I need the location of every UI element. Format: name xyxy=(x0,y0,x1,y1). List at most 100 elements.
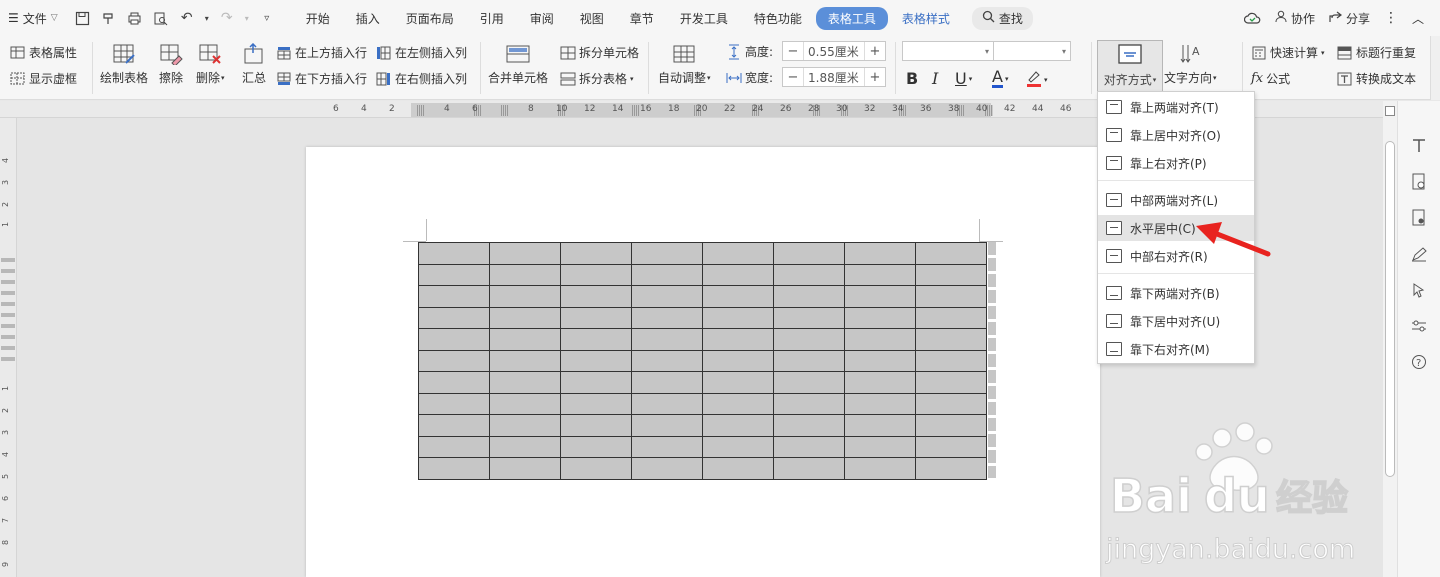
table-cell[interactable] xyxy=(489,328,561,351)
redo-icon[interactable]: ↷ xyxy=(216,7,238,29)
text-direction-button[interactable]: A 文字方向 ▾ xyxy=(1164,42,1217,86)
table-cell[interactable] xyxy=(418,306,490,329)
chevron-down-icon[interactable]: ▾ xyxy=(202,7,212,29)
align-option[interactable]: 靠下右对齐(M) xyxy=(1098,336,1254,362)
table-cell[interactable] xyxy=(915,392,987,415)
table-cell[interactable] xyxy=(844,328,916,351)
table-cell[interactable] xyxy=(418,371,490,394)
table-cell[interactable] xyxy=(773,392,845,415)
help-icon[interactable]: ? xyxy=(1408,351,1430,373)
ruler-column-marker[interactable] xyxy=(632,105,640,116)
quick-calc-button[interactable]: 快速计算 ▾ xyxy=(1251,44,1325,61)
increase-width-button[interactable]: + xyxy=(865,68,885,86)
erase-button[interactable]: 擦除 xyxy=(158,42,184,86)
table-cell[interactable] xyxy=(418,414,490,437)
search-button[interactable]: 查找 xyxy=(971,6,1033,30)
ruler-column-marker[interactable] xyxy=(417,105,425,116)
table-cell[interactable] xyxy=(418,263,490,286)
table-cell[interactable] xyxy=(702,371,774,394)
align-button[interactable]: 对齐方式 ▾ xyxy=(1097,40,1163,92)
text-style-icon[interactable] xyxy=(1408,135,1430,157)
table-cell[interactable] xyxy=(418,457,490,480)
merge-cells-button[interactable]: 合并单元格 xyxy=(488,42,548,86)
table-cell[interactable] xyxy=(844,371,916,394)
tab-chapter[interactable]: 章节 xyxy=(618,6,666,31)
table-cell[interactable] xyxy=(844,414,916,437)
table-cell[interactable] xyxy=(631,371,703,394)
table-cell[interactable] xyxy=(560,328,632,351)
print-preview-icon[interactable] xyxy=(150,7,172,29)
show-gridlines-button[interactable]: 显示虚框 xyxy=(10,70,77,87)
align-option[interactable]: 靠上右对齐(P) xyxy=(1098,150,1254,176)
table-cell[interactable] xyxy=(418,435,490,458)
table-cell[interactable] xyxy=(418,328,490,351)
share-button[interactable]: 分享 xyxy=(1329,10,1370,27)
table-cell[interactable] xyxy=(489,242,561,265)
table-cell[interactable] xyxy=(702,328,774,351)
increase-height-button[interactable]: + xyxy=(865,42,885,60)
print-icon[interactable] xyxy=(124,7,146,29)
undo-icon[interactable]: ↶ xyxy=(176,7,198,29)
table-cell[interactable] xyxy=(560,414,632,437)
chevron-down-icon[interactable]: ▾ xyxy=(242,7,252,29)
align-option[interactable]: 靠下两端对齐(B) xyxy=(1098,280,1254,306)
table-cell[interactable] xyxy=(560,285,632,308)
width-stepper[interactable]: − 1.88厘米 + xyxy=(782,67,886,87)
table-cell[interactable] xyxy=(773,414,845,437)
table-cell[interactable] xyxy=(773,435,845,458)
table-cell[interactable] xyxy=(418,285,490,308)
auto-fit-button[interactable]: 自动调整 ▾ xyxy=(658,42,711,86)
insert-row-below-button[interactable]: 在下方插入行 xyxy=(276,70,367,87)
sliders-icon[interactable] xyxy=(1408,315,1430,337)
table-cell[interactable] xyxy=(915,328,987,351)
table-cell[interactable] xyxy=(844,457,916,480)
table-cell[interactable] xyxy=(844,349,916,372)
convert-to-text-button[interactable]: 转换成文本 xyxy=(1337,70,1416,87)
insert-row-above-button[interactable]: 在上方插入行 xyxy=(276,44,367,61)
table-cell[interactable] xyxy=(560,392,632,415)
table-cell[interactable] xyxy=(844,306,916,329)
cursor-select-icon[interactable] xyxy=(1408,279,1430,301)
table-cell[interactable] xyxy=(489,414,561,437)
table-cell[interactable] xyxy=(631,242,703,265)
ruler-row-marker[interactable] xyxy=(1,324,15,328)
tab-insert[interactable]: 插入 xyxy=(344,6,392,31)
font-size-select[interactable]: ▾ xyxy=(993,41,1071,61)
height-stepper[interactable]: − 0.55厘米 + xyxy=(782,41,886,61)
formula-button[interactable]: fx 公式 xyxy=(1251,70,1290,87)
ruler-row-marker[interactable] xyxy=(1,335,15,339)
align-option[interactable]: 中部两端对齐(L) xyxy=(1098,187,1254,213)
format-painter-icon[interactable] xyxy=(98,7,120,29)
insert-column-left-button[interactable]: 在左侧插入列 xyxy=(376,44,467,61)
split-cells-button[interactable]: 拆分单元格 xyxy=(560,44,639,61)
ruler-row-marker[interactable] xyxy=(1,346,15,350)
align-option[interactable]: 靠上居中对齐(O) xyxy=(1098,122,1254,148)
table-cell[interactable] xyxy=(773,457,845,480)
table-cell[interactable] xyxy=(489,435,561,458)
table-cell[interactable] xyxy=(489,263,561,286)
underline-button[interactable]: U ▾ xyxy=(955,69,972,88)
more-options-icon[interactable]: ⋮ xyxy=(1384,10,1398,26)
insert-column-right-button[interactable]: 在右侧插入列 xyxy=(376,70,467,87)
ruler-row-marker[interactable] xyxy=(1,302,15,306)
table-cell[interactable] xyxy=(915,285,987,308)
table-cell[interactable] xyxy=(489,392,561,415)
table-cell[interactable] xyxy=(915,242,987,265)
vertical-ruler[interactable]: 432112345678910 xyxy=(0,118,17,577)
table-cell[interactable] xyxy=(702,242,774,265)
summary-button[interactable]: 汇总 xyxy=(241,42,267,86)
collapse-ribbon-icon[interactable]: ︿ xyxy=(1412,10,1424,27)
table-cell[interactable] xyxy=(489,285,561,308)
table-cell[interactable] xyxy=(489,371,561,394)
page-view-toggle[interactable] xyxy=(1385,106,1395,116)
italic-button[interactable]: I xyxy=(932,69,938,88)
table-cell[interactable] xyxy=(631,414,703,437)
table-properties-button[interactable]: 表格属性 xyxy=(10,44,77,61)
ruler-column-marker[interactable] xyxy=(501,105,509,116)
table-cell[interactable] xyxy=(631,328,703,351)
table-cell[interactable] xyxy=(560,457,632,480)
table-cell[interactable] xyxy=(773,242,845,265)
table-cell[interactable] xyxy=(560,306,632,329)
table-cell[interactable] xyxy=(418,242,490,265)
tab-table-tools[interactable]: 表格工具 xyxy=(815,6,888,30)
